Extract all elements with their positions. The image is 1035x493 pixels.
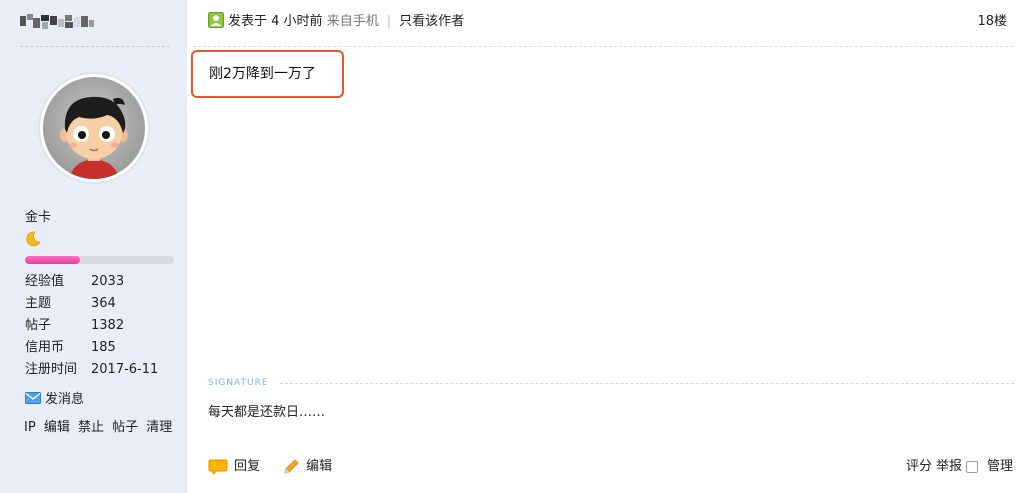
username-obscured[interactable] [20, 14, 95, 30]
stat-posts: 帖子 1382 [25, 316, 158, 338]
sidebar-divider [20, 46, 170, 47]
post-actions-right: 评分 举报 管理 [902, 457, 1013, 477]
stat-experience: 经验值 2033 [25, 272, 158, 294]
stat-label: 信用币 [25, 340, 65, 355]
rank-title: 金卡 [25, 210, 52, 225]
speech-bubble-icon [208, 459, 228, 475]
user-stats: 经验值 2033 主题 364 帖子 1382 信用币 185 注册时间 2017-6-1… [25, 272, 158, 382]
ip-link[interactable]: IP [24, 420, 36, 435]
user-posts-link[interactable]: 帖子 [112, 420, 138, 435]
only-author-link[interactable]: 只看该作者 [399, 14, 464, 29]
pencil-icon [284, 459, 299, 474]
experience-bar-fill [25, 256, 81, 264]
experience-bar [25, 256, 174, 264]
stat-label: 经验值 [25, 274, 65, 289]
stat-value: 2017-6-11 [91, 362, 159, 377]
send-message-link[interactable]: 发消息 [25, 390, 84, 410]
stat-label: 注册时间 [25, 362, 78, 377]
stat-register-date: 注册时间 2017-6-11 [25, 360, 158, 382]
ban-link[interactable]: 禁止 [78, 420, 104, 435]
highlighted-content-box: 刚2万降到一万了 [191, 50, 344, 98]
reply-label: 回复 [234, 459, 261, 474]
edit-button[interactable]: 编辑 [282, 457, 332, 477]
post-time: 发表于 4 小时前 [228, 14, 323, 29]
stat-value: 2033 [91, 274, 125, 289]
stat-label: 主题 [25, 296, 52, 311]
send-message-label: 发消息 [45, 392, 85, 407]
post-source: 来自手机 [326, 14, 379, 29]
stat-value: 364 [91, 296, 116, 311]
clean-link[interactable]: 清理 [146, 420, 172, 435]
signature-divider [280, 383, 1014, 384]
avatar-image [43, 77, 145, 179]
user-sidebar: 金卡 经验值 2033 主题 364 帖子 1382 信用币 185 注册时间 2017-… [0, 0, 187, 493]
stat-label: 帖子 [25, 318, 52, 333]
moon-icon [26, 231, 41, 247]
stat-value: 185 [91, 340, 116, 355]
rate-link[interactable]: 评分 [906, 457, 932, 477]
avatar[interactable] [40, 74, 148, 182]
post-header: 发表于 4 小时前 来自手机 | 只看该作者 [208, 12, 464, 32]
edit-user-link[interactable]: 编辑 [44, 420, 70, 435]
manage-label: 管理 [986, 459, 1013, 474]
floor-number[interactable]: 18楼 [977, 12, 1007, 32]
manage-checkbox[interactable] [965, 461, 978, 473]
stat-threads: 主题 364 [25, 294, 158, 316]
edit-label: 编辑 [306, 459, 333, 474]
admin-links: IP 编辑 禁止 帖子 清理 [24, 418, 176, 438]
post-content: 刚2万降到一万了 [209, 66, 316, 82]
signature-text: 每天都是还款日…… [208, 405, 326, 420]
header-divider [193, 46, 1013, 47]
post-actions-left: 回复 编辑 [208, 457, 350, 483]
stat-value: 1382 [91, 318, 125, 333]
report-link[interactable]: 举报 [936, 457, 962, 477]
mail-icon [25, 392, 41, 404]
header-separator: | [386, 14, 392, 29]
reply-button[interactable]: 回复 [208, 457, 260, 477]
signature-label: SIGNATURE [208, 378, 269, 388]
stat-credits: 信用币 185 [25, 338, 158, 360]
user-icon [208, 12, 224, 28]
